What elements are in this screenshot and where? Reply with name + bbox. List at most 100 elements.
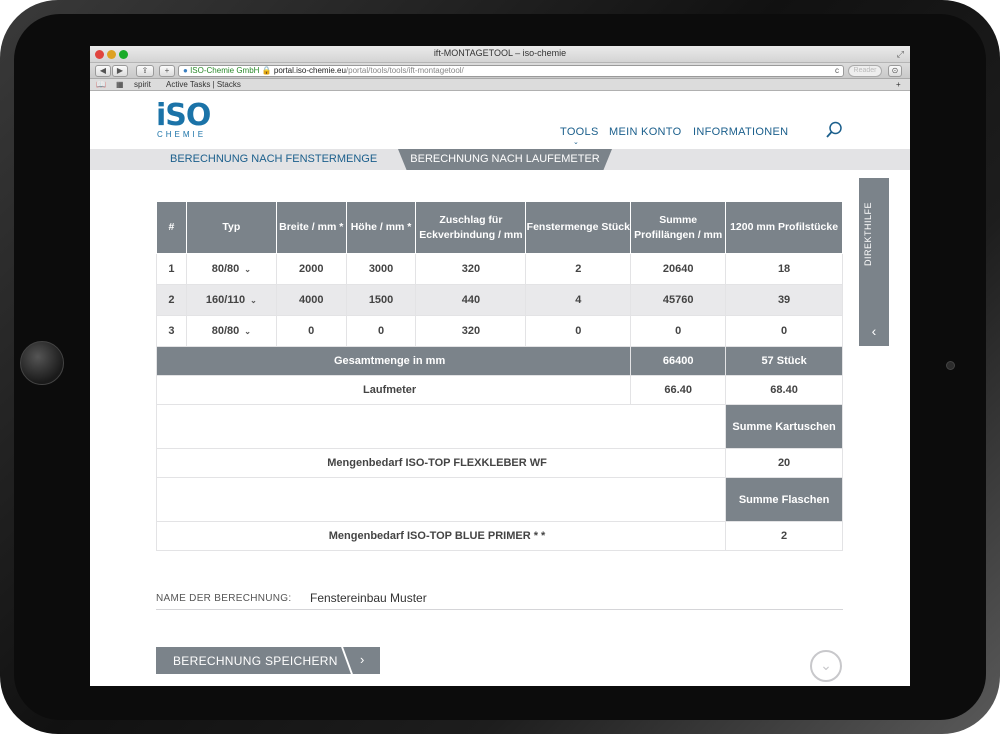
url-path: /portal/tools/tools/ift-montagetool/ (345, 66, 464, 75)
bookmark-active-tasks[interactable]: Active Tasks | Stacks (166, 79, 241, 91)
breite-input[interactable]: 4000 (275, 284, 347, 316)
url-secure-label: ISO-Chemie GmbH (190, 66, 260, 75)
reload-button[interactable]: c (835, 66, 839, 76)
profilstuecke-value: 0 (725, 315, 843, 347)
typ-value: 80/80 (211, 325, 240, 337)
gesamt-mm: 66400 (630, 346, 727, 376)
name-input[interactable]: Fenstereinbau Muster (310, 591, 427, 605)
table-row: 2 160/110 ⌄ 4000 1500 440 4 45760 39 (156, 284, 843, 316)
new-tab-button[interactable]: + (896, 79, 901, 91)
typ-select[interactable]: 80/80 ⌄ (185, 315, 277, 347)
tab-fenstermenge[interactable]: BERECHNUNG NACH FENSTERMENGE (160, 149, 388, 170)
forward-button[interactable]: ▶ (112, 65, 128, 77)
window-title: ift-MONTAGETOOL – iso-chemie (433, 48, 567, 58)
save-separator (341, 647, 353, 674)
reading-list-icon[interactable]: 📖 (96, 79, 106, 91)
scroll-down-icon[interactable]: ⌄ (810, 650, 842, 682)
flaschen-header: Summe Flaschen (725, 477, 843, 522)
nav-caret-icon: ⌄ (573, 139, 579, 146)
col-header: Zuschlag für Eckverbindung / mm (415, 201, 527, 254)
downloads-button[interactable]: ⊙ (888, 65, 902, 77)
bookmark-spirit[interactable]: spirit (134, 79, 151, 91)
chevron-down-icon: ⌄ (250, 296, 257, 305)
col-header: Höhe / mm * (345, 201, 417, 254)
chevron-right-icon: › (360, 652, 365, 667)
nav-informationen[interactable]: INFORMATIONEN (693, 126, 788, 138)
row-number: 3 (156, 315, 187, 347)
row-number: 2 (156, 284, 187, 316)
top-sites-icon[interactable]: ▦ (116, 79, 124, 91)
laufmeter-label: Laufmeter (155, 375, 632, 405)
typ-value: 160/110 (205, 294, 246, 306)
tablet-frame: ift-MONTAGETOOL – iso-chemie ⤢ ◀ ▶ ⇪ + ●… (0, 0, 1000, 734)
summe-value: 45760 (630, 284, 727, 316)
col-header: Fenstermenge Stück (525, 201, 632, 254)
add-bookmark-button[interactable]: + (159, 65, 175, 77)
back-button[interactable]: ◀ (95, 65, 111, 77)
table-row: 1 80/80 ⌄ 2000 3000 320 2 20640 18 (156, 253, 843, 285)
logo-subtitle: CHEMIE (157, 130, 207, 139)
zuschlag-value: 440 (415, 284, 527, 316)
share-button[interactable]: ⇪ (136, 65, 154, 77)
col-header: # (156, 201, 187, 254)
flexkleber-label: Mengenbedarf ISO-TOP FLEXKLEBER WF (155, 448, 727, 478)
hoehe-input[interactable]: 1500 (345, 284, 417, 316)
name-label: NAME DER BERECHNUNG: (156, 593, 292, 604)
gesamt-stueck: 57 Stück (725, 346, 843, 376)
kartuschen-header-row: Summe Kartuschen (155, 404, 843, 449)
summe-value: 20640 (630, 253, 727, 285)
profilstuecke-value: 39 (725, 284, 843, 316)
laufmeter-value-b: 68.40 (725, 375, 843, 405)
typ-select[interactable]: 80/80 ⌄ (185, 253, 277, 285)
chevron-down-icon: ⌄ (244, 265, 251, 274)
chevron-down-icon: ⌄ (244, 327, 251, 336)
gesamt-row: Gesamtmenge in mm 66400 57 Stück (155, 346, 843, 376)
bookmarks-bar: 📖 ▦ spirit Active Tasks | Stacks + (90, 79, 910, 91)
flaschen-header-row: Summe Flaschen (155, 477, 843, 522)
direkthilfe-label: DIREKTHILFE (863, 201, 873, 266)
empty-cell (155, 477, 727, 522)
zuschlag-value: 320 (415, 253, 527, 285)
typ-select[interactable]: 160/110 ⌄ (185, 284, 277, 316)
breite-input[interactable]: 0 (275, 315, 347, 347)
tab-laufemeter[interactable]: BERECHNUNG NACH LAUFEMETER (398, 149, 612, 170)
nav-tools[interactable]: TOOLS (560, 126, 599, 138)
site-header: iSO CHEMIE TOOLS ⌄ MEIN KONTO INFORMATIO… (90, 92, 910, 148)
col-header: Breite / mm * (275, 201, 347, 254)
reader-button[interactable]: Reader (848, 65, 882, 77)
save-label: BERECHNUNG SPEICHERN (173, 654, 338, 668)
row-number: 1 (156, 253, 187, 285)
laufmeter-row: Laufmeter 66.40 68.40 (155, 375, 843, 405)
flexkleber-value: 20 (725, 448, 843, 478)
fenstermenge-input[interactable]: 2 (525, 253, 632, 285)
home-button[interactable] (20, 341, 64, 385)
primer-label: Mengenbedarf ISO-TOP BLUE PRIMER * * (155, 521, 727, 551)
summe-value: 0 (630, 315, 727, 347)
fenstermenge-input[interactable]: 0 (525, 315, 632, 347)
browser-toolbar: ◀ ▶ ⇪ + ● ISO-Chemie GmbH 🔒 portal.iso-c… (90, 63, 910, 79)
zuschlag-value: 320 (415, 315, 527, 347)
fullscreen-icon[interactable]: ⤢ (897, 49, 904, 60)
hoehe-input[interactable]: 0 (345, 315, 417, 347)
table-header-row: # Typ Breite / mm * Höhe / mm * Zuschlag… (156, 201, 843, 254)
kartuschen-header: Summe Kartuschen (725, 404, 843, 449)
name-underline (156, 609, 843, 610)
primer-value: 2 (725, 521, 843, 551)
typ-value: 80/80 (211, 263, 240, 275)
col-header: Typ (185, 201, 277, 254)
breite-input[interactable]: 2000 (275, 253, 347, 285)
fenstermenge-input[interactable]: 4 (525, 284, 632, 316)
nav-mein-konto[interactable]: MEIN KONTO (609, 126, 681, 138)
logo[interactable]: iSO (156, 98, 211, 133)
browser-titlebar: ift-MONTAGETOOL – iso-chemie ⤢ (90, 46, 910, 63)
flexkleber-row: Mengenbedarf ISO-TOP FLEXKLEBER WF 20 (155, 448, 843, 478)
calculation-table: # Typ Breite / mm * Höhe / mm * Zuschlag… (155, 201, 843, 551)
profilstuecke-value: 18 (725, 253, 843, 285)
url-bar[interactable]: ● ISO-Chemie GmbH 🔒 portal.iso-chemie.eu… (178, 65, 844, 77)
empty-cell (155, 404, 727, 449)
chevron-left-icon[interactable]: ‹ (859, 316, 889, 346)
globe-icon: ● (183, 66, 188, 75)
hoehe-input[interactable]: 3000 (345, 253, 417, 285)
search-icon[interactable] (825, 121, 843, 139)
save-button[interactable]: BERECHNUNG SPEICHERN › (156, 647, 380, 674)
